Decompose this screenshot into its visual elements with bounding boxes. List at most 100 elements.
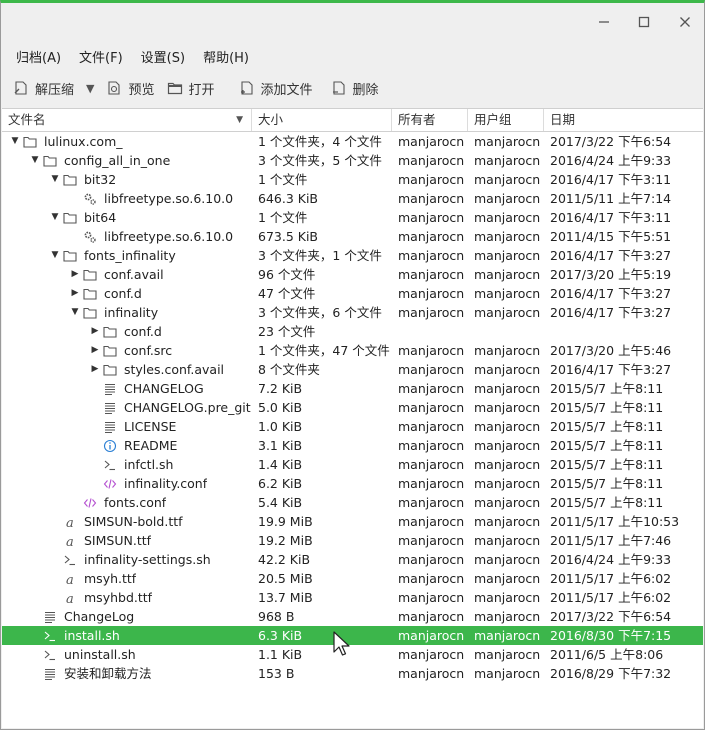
table-row[interactable]: infinality.conf 6.2 KiB manjarocn manjarocn… (2, 474, 703, 493)
table-row[interactable]: libfreetype.so.6.10.0 673.5 KiB manjarocn m… (2, 227, 703, 246)
cell-name: ▼ infinality (2, 303, 252, 322)
cell-name: CHANGELOG (2, 379, 252, 398)
file-owner: manjarocn (398, 666, 465, 681)
table-row[interactable]: README 3.1 KiB manjarocn manjarocn 2015/5/7 … (2, 436, 703, 455)
close-icon[interactable] (674, 11, 696, 33)
expand-chevron-right-icon[interactable]: ▶ (88, 360, 102, 379)
expand-chevron-right-icon[interactable]: ▶ (88, 341, 102, 360)
table-row[interactable]: CHANGELOG 7.2 KiB manjarocn manjarocn 2015/5… (2, 379, 703, 398)
column-header: 文件名 ▼ 大小 所有者 用户组 日期 (2, 109, 703, 132)
file-size: 1 个文件 (258, 172, 308, 187)
table-row[interactable]: a msyhbd.ttf 13.7 MiB manjarocn manjarocn 201… (2, 588, 703, 607)
minimize-icon[interactable] (593, 11, 615, 33)
delete-button[interactable]: 删除 (325, 74, 385, 102)
file-size: 5.0 KiB (258, 400, 303, 415)
column-name-label: 文件名 (8, 112, 46, 127)
column-owner[interactable]: 所有者 (392, 109, 468, 131)
file-size: 7.2 KiB (258, 381, 303, 396)
file-owner: manjarocn (398, 286, 465, 301)
file-owner: manjarocn (398, 476, 465, 491)
table-row[interactable]: libfreetype.so.6.10.0 646.3 KiB manjarocn m… (2, 189, 703, 208)
expand-chevron-down-icon[interactable]: ▼ (48, 170, 62, 189)
table-row[interactable]: ▶ conf.avail 96 个文件 manjarocn manjarocn 2017/… (2, 265, 703, 284)
table-row[interactable]: ▼ fonts_infinality 3 个文件夹，1 个文件 manjarocn ma… (2, 246, 703, 265)
table-row[interactable]: uninstall.sh 1.1 KiB manjarocn manjarocn 201… (2, 645, 703, 664)
table-row[interactable]: LICENSE 1.0 KiB manjarocn manjarocn 2015/5/7… (2, 417, 703, 436)
table-row[interactable]: a SIMSUN-bold.ttf 19.9 MiB manjarocn manjaro… (2, 512, 703, 531)
table-row[interactable]: ▼ infinality 3 个文件夹，6 个文件 manjarocn manjaroc… (2, 303, 703, 322)
file-size: 1.1 KiB (258, 647, 303, 662)
title-bar (1, 3, 704, 41)
table-row[interactable]: ▶ conf.d 23 个文件 (2, 322, 703, 341)
file-group: manjarocn (474, 267, 541, 282)
table-row[interactable]: install.sh 6.3 KiB manjarocn manjarocn 2016/… (2, 626, 703, 645)
file-group: manjarocn (474, 666, 541, 681)
extract-label: 解压缩 (35, 82, 75, 98)
cell-name: README (2, 436, 252, 455)
menu-file[interactable]: 文件(F) (70, 47, 132, 66)
table-row[interactable]: ▼ config_all_in_one 3 个文件夹，5 个文件 manjarocn m… (2, 151, 703, 170)
table-row[interactable]: ▶ conf.src 1 个文件夹，47 个文件 manjarocn manjarocn… (2, 341, 703, 360)
file-name: CHANGELOG.pre_git (124, 400, 251, 415)
table-row[interactable]: a msyh.ttf 20.5 MiB manjarocn manjarocn 2011/… (2, 569, 703, 588)
cell-name: ▼ lulinux.com_ (2, 132, 252, 151)
open-button[interactable]: 打开 (161, 74, 221, 102)
file-owner: manjarocn (398, 571, 465, 586)
add-file-button[interactable]: 添加文件 (233, 74, 319, 102)
menu-archive[interactable]: 归档(A) (7, 47, 70, 66)
delete-label: 删除 (352, 82, 379, 98)
table-row[interactable]: ▼ bit64 1 个文件 manjarocn manjarocn 2016/4/17 下… (2, 208, 703, 227)
table-row[interactable]: ▶ conf.d 47 个文件 manjarocn manjarocn 2016/4/17… (2, 284, 703, 303)
file-name: bit32 (84, 172, 117, 187)
table-row[interactable]: ▼ lulinux.com_ 1 个文件夹，4 个文件 manjarocn manjar… (2, 132, 703, 151)
column-date[interactable]: 日期 (544, 109, 703, 131)
table-row[interactable]: ▼ bit32 1 个文件 manjarocn manjarocn 2016/4/17 下… (2, 170, 703, 189)
file-date: 2015/5/7 上午8:11 (550, 400, 664, 415)
table-row[interactable]: fonts.conf 5.4 KiB manjarocn manjarocn 2015/… (2, 493, 703, 512)
folder-icon (82, 305, 98, 321)
table-row[interactable]: ChangeLog 968 B manjarocn manjarocn 2017/3/2… (2, 607, 703, 626)
expand-chevron-down-icon[interactable]: ▼ (8, 132, 22, 151)
extract-icon (13, 80, 29, 96)
maximize-icon[interactable] (633, 11, 655, 33)
menu-settings[interactable]: 设置(S) (132, 47, 194, 66)
extract-dropdown-chevron-down-icon[interactable]: ▼ (80, 82, 100, 95)
file-size: 646.3 KiB (258, 191, 319, 206)
table-row[interactable]: infinality-settings.sh 42.2 KiB manjarocn m… (2, 550, 703, 569)
table-row[interactable]: infctl.sh 1.4 KiB manjarocn manjarocn 2015/5… (2, 455, 703, 474)
text-file-icon (102, 419, 118, 435)
file-group: manjarocn (474, 172, 541, 187)
expand-chevron-down-icon[interactable]: ▼ (28, 151, 42, 170)
file-name: bit64 (84, 210, 117, 225)
column-name[interactable]: 文件名 ▼ (2, 109, 252, 131)
expand-chevron-down-icon[interactable]: ▼ (68, 303, 82, 322)
file-owner: manjarocn (398, 267, 465, 282)
file-group: manjarocn (474, 210, 541, 225)
table-row[interactable]: ▶ styles.conf.avail 8 个文件夹 manjarocn manjaro… (2, 360, 703, 379)
extract-button[interactable]: 解压缩 (7, 74, 80, 102)
file-size: 42.2 KiB (258, 552, 311, 567)
expand-chevron-right-icon[interactable]: ▶ (68, 265, 82, 284)
menu-help[interactable]: 帮助(H) (194, 47, 258, 66)
expand-chevron-down-icon[interactable]: ▼ (48, 208, 62, 227)
table-row[interactable]: CHANGELOG.pre_git 5.0 KiB manjarocn manjaro… (2, 398, 703, 417)
expand-chevron-right-icon[interactable]: ▶ (68, 284, 82, 303)
expand-chevron-down-icon[interactable]: ▼ (48, 246, 62, 265)
file-group: manjarocn (474, 552, 541, 567)
folder-icon (62, 210, 78, 226)
table-row[interactable]: a SIMSUN.ttf 19.2 MiB manjarocn manjarocn 201… (2, 531, 703, 550)
file-date (544, 322, 703, 341)
column-group[interactable]: 用户组 (468, 109, 544, 131)
file-group: manjarocn (474, 286, 541, 301)
file-date: 2016/4/24 上午9:33 (550, 552, 672, 567)
preview-button[interactable]: 预览 (100, 74, 160, 102)
table-row[interactable]: 安装和卸载方法 153 B manjarocn manjarocn 2016/8/29 … (2, 664, 703, 683)
font-file-icon: a (62, 590, 78, 606)
expand-chevron-right-icon[interactable]: ▶ (88, 322, 102, 341)
file-name: fonts_infinality (84, 248, 176, 263)
column-size[interactable]: 大小 (252, 109, 392, 131)
